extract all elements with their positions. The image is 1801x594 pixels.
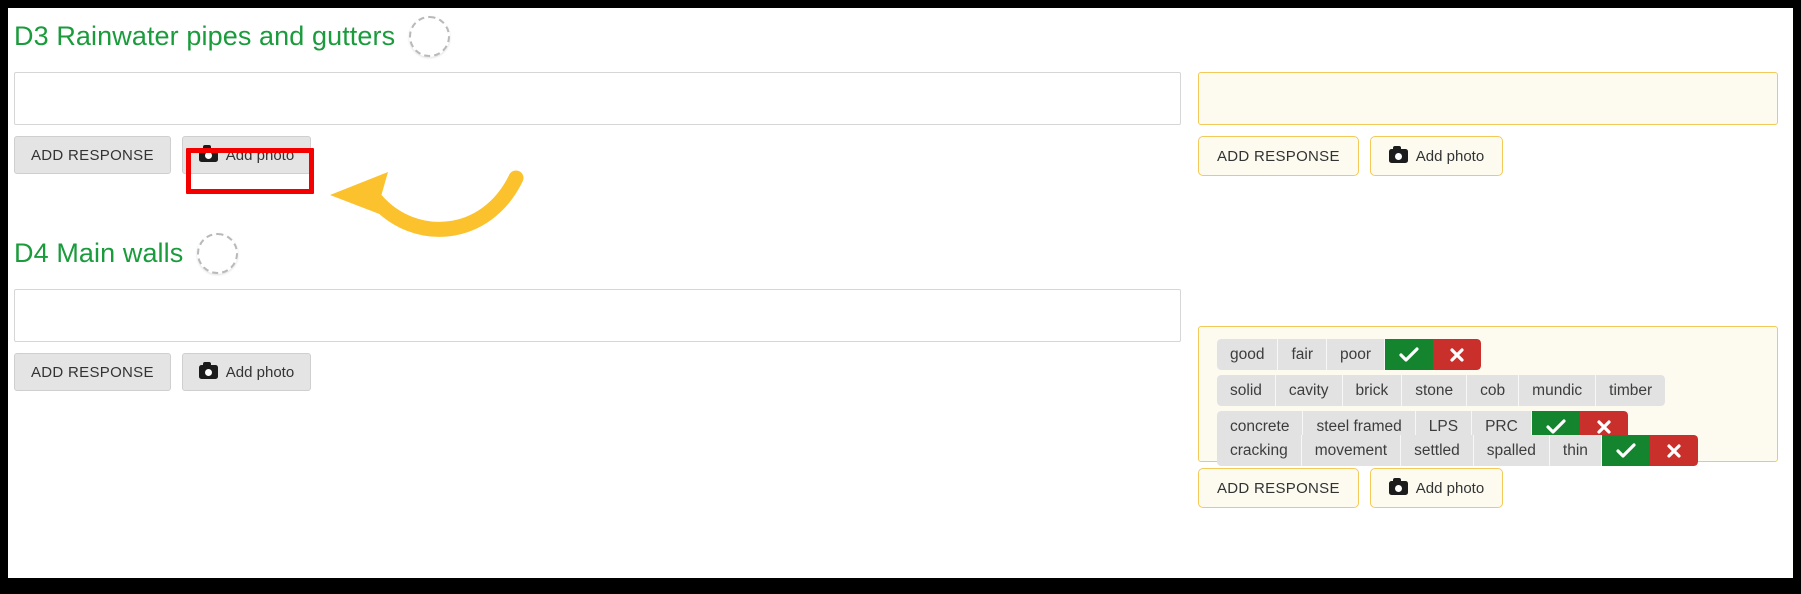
tag-good[interactable]: good (1217, 339, 1279, 370)
camera-icon (198, 362, 218, 379)
tag-cob[interactable]: cob (1467, 375, 1520, 406)
camera-icon (1388, 146, 1408, 163)
tag-spalled[interactable]: spalled (1473, 435, 1550, 466)
cross-icon[interactable] (1649, 435, 1698, 466)
add-response-button-d3[interactable]: ADD RESPONSE (14, 136, 171, 174)
annotation-arrow-icon (330, 170, 524, 237)
response-field-d3[interactable] (14, 72, 1181, 125)
form-frame: D3 Rainwater pipes and gutters ADD RESPO… (8, 8, 1793, 578)
check-icon[interactable] (1601, 435, 1650, 466)
button-row-d4: ADD RESPONSE Add photo (14, 353, 312, 391)
tag-brick[interactable]: brick (1342, 375, 1403, 406)
tag-thin[interactable]: thin (1549, 435, 1602, 466)
response-field-right-top[interactable] (1198, 72, 1778, 125)
tag-fair[interactable]: fair (1278, 339, 1328, 370)
add-photo-button-right-top[interactable]: Add photo (1369, 136, 1504, 176)
add-photo-label-right-top: Add photo (1415, 147, 1485, 165)
button-row-right-bottom: ADD RESPONSE Add photo (1198, 468, 1504, 508)
button-row-right-top: ADD RESPONSE Add photo (1198, 136, 1504, 176)
camera-icon (198, 145, 218, 162)
button-row-d3: ADD RESPONSE Add photo (14, 136, 312, 174)
empty-dashed-circle-icon[interactable] (409, 16, 451, 57)
add-photo-button-right-bottom[interactable]: Add photo (1369, 468, 1504, 508)
section-heading-d3: D3 Rainwater pipes and gutters (14, 16, 451, 57)
cross-icon[interactable] (1433, 339, 1482, 370)
section-heading-d4: D4 Main walls (14, 233, 239, 274)
add-photo-button-d4[interactable]: Add photo (181, 353, 312, 391)
add-response-button-d4[interactable]: ADD RESPONSE (14, 353, 171, 391)
tag-timber[interactable]: timber (1596, 375, 1666, 406)
add-photo-button-d3[interactable]: Add photo (181, 136, 312, 174)
add-photo-label-d4: Add photo (225, 363, 295, 381)
camera-icon (1388, 478, 1408, 495)
tag-settled[interactable]: settled (1401, 435, 1474, 466)
tag-mundic[interactable]: mundic (1519, 375, 1597, 406)
tag-group-condition: good fair poor (1217, 339, 1482, 370)
response-field-d4[interactable] (14, 289, 1181, 342)
tag-solid[interactable]: solid (1217, 375, 1276, 406)
tag-stone[interactable]: stone (1402, 375, 1468, 406)
tag-cracking[interactable]: cracking (1217, 435, 1302, 466)
empty-dashed-circle-icon[interactable] (197, 233, 239, 274)
page-title-d4: D4 Main walls (14, 238, 184, 268)
tag-group-list: good fair poor solid cavity brick stone … (1217, 339, 1666, 442)
add-photo-label-d3: Add photo (225, 146, 295, 164)
add-response-button-right-top[interactable]: ADD RESPONSE (1198, 136, 1359, 176)
tag-group-construction-a: solid cavity brick stone cob mundic timb… (1217, 375, 1666, 406)
page-title-d3: D3 Rainwater pipes and gutters (14, 21, 396, 51)
check-icon[interactable] (1385, 339, 1434, 370)
tag-cavity[interactable]: cavity (1275, 375, 1343, 406)
tag-poor[interactable]: poor (1327, 339, 1386, 370)
tag-movement[interactable]: movement (1301, 435, 1402, 466)
tag-group-defects: cracking movement settled spalled thin (1217, 435, 1698, 466)
tag-group-defects-wrapper: cracking movement settled spalled thin (1217, 435, 1698, 466)
add-response-button-right-bottom[interactable]: ADD RESPONSE (1198, 468, 1359, 508)
add-photo-label-right-bottom: Add photo (1415, 479, 1485, 497)
tag-options-panel: good fair poor solid cavity brick stone … (1198, 326, 1778, 466)
